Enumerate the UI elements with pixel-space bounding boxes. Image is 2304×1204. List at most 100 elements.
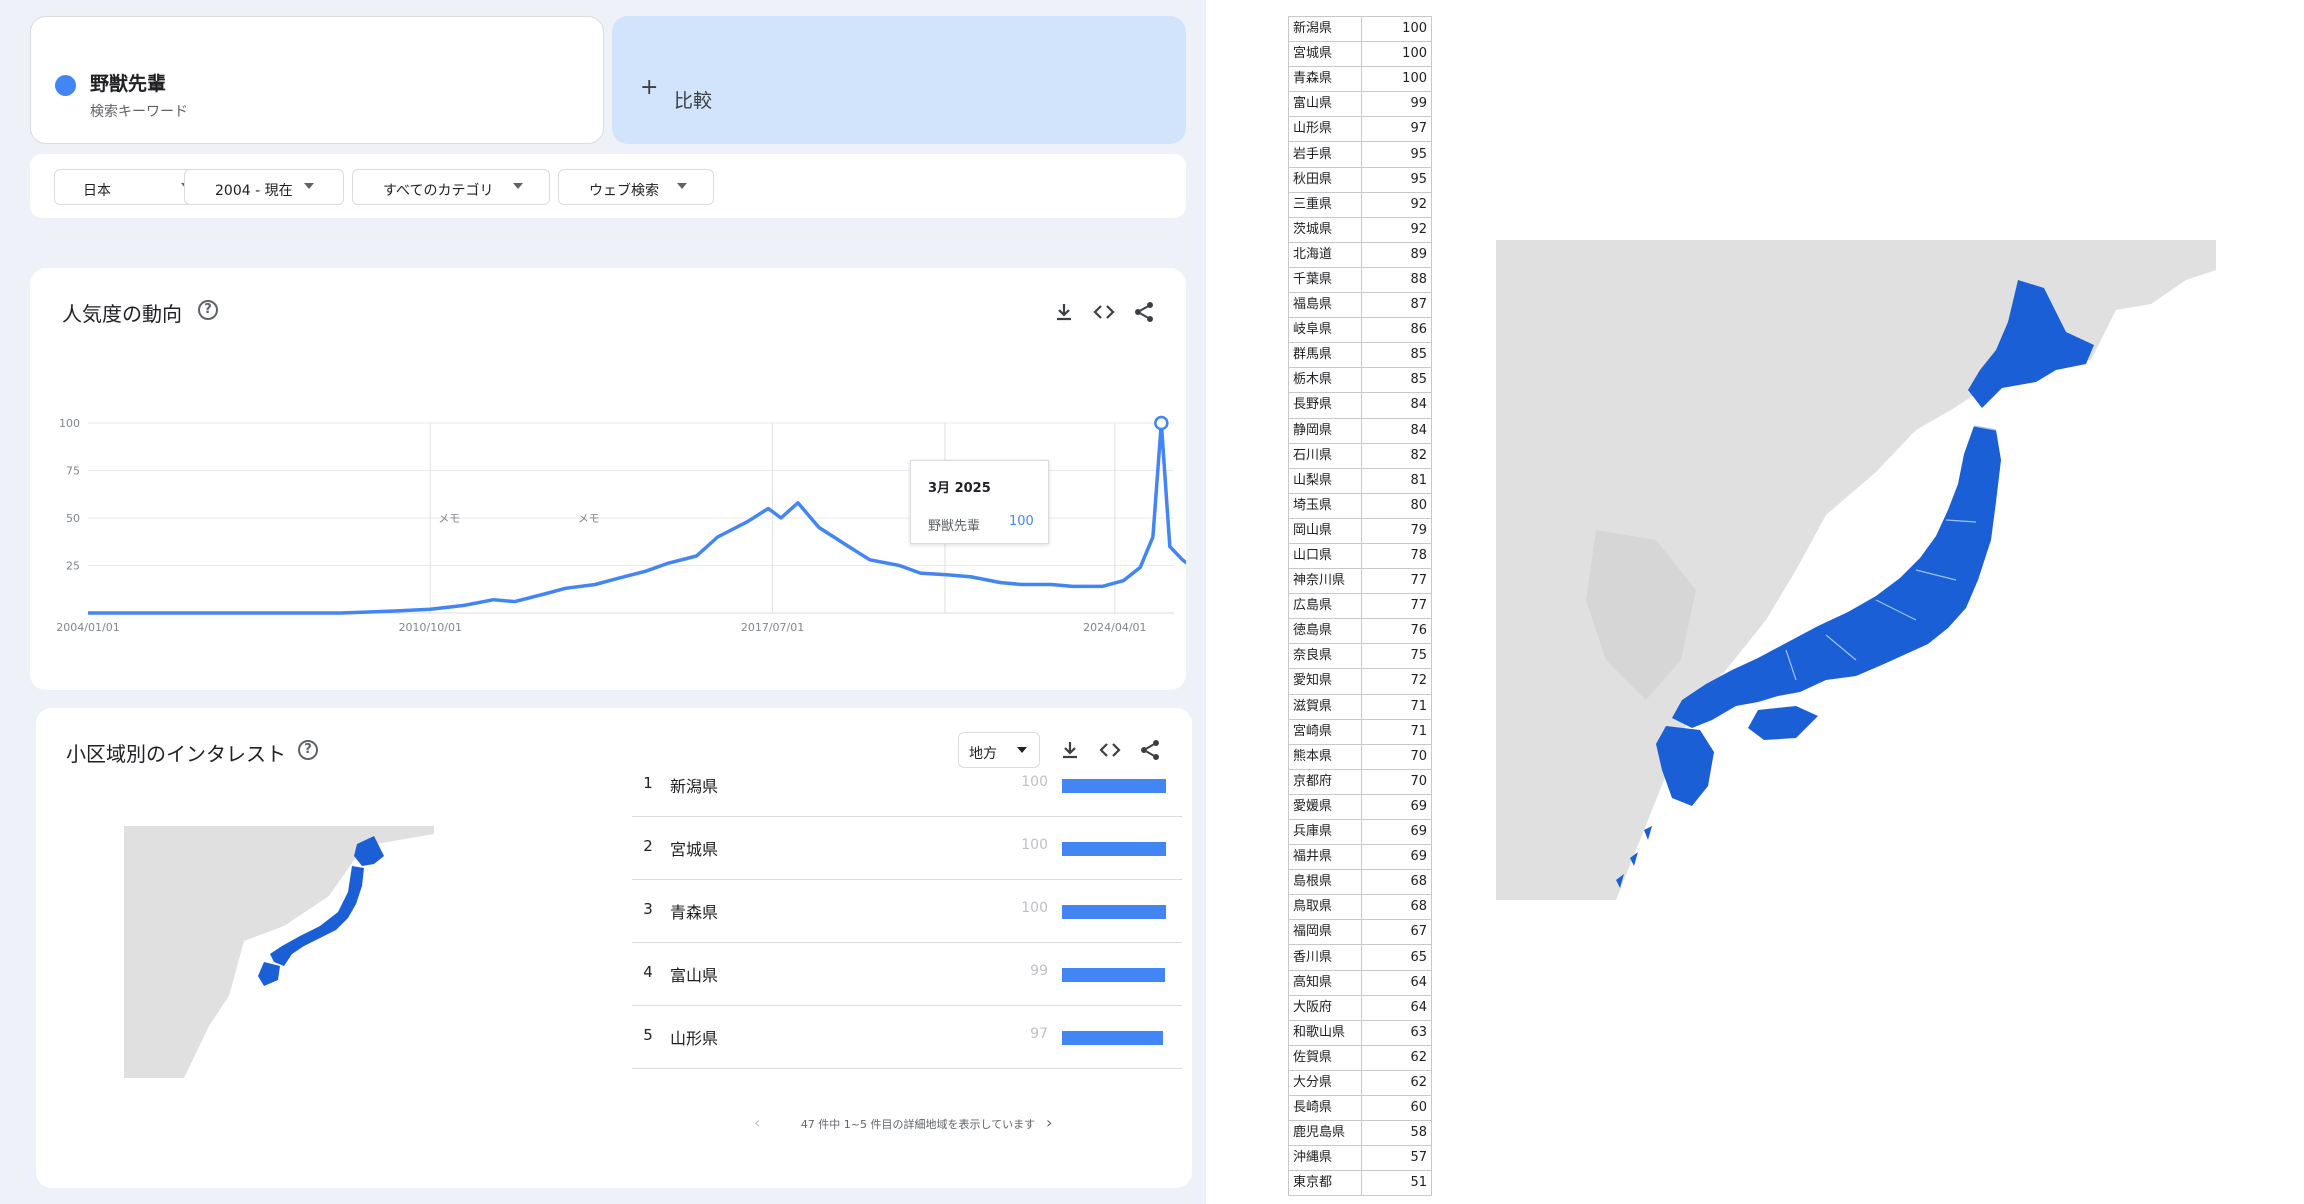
interest-by-region-card: 小区域別のインタレスト ? 地方 1 新潟県 100 2 宮城県 100 3 青… [36, 708, 1192, 1188]
table-prefecture-cell: 福井県 [1288, 844, 1362, 871]
chart-tooltip: 3月 2025 野獣先輩 100 [910, 460, 1049, 544]
region-name: 新潟県 [670, 777, 719, 796]
table-row: 鳥取県 68 [1288, 894, 1432, 921]
region-rank: 3 [643, 900, 653, 918]
search-term-type: 検索キーワード [90, 104, 188, 120]
pager-text: 47 件中 1~5 件目の詳細地域を表示しています [800, 1118, 1036, 1131]
plus-icon: + [640, 75, 659, 100]
region-value-bar [1062, 905, 1166, 919]
category-dropdown[interactable]: すべてのカテゴリ [352, 169, 550, 205]
region-row[interactable]: 2 宮城県 100 [632, 817, 1182, 880]
table-row: 埼玉県 80 [1288, 492, 1432, 519]
table-prefecture-cell: 千葉県 [1288, 266, 1362, 294]
table-value-cell: 71 [1361, 693, 1432, 720]
table-value-cell: 72 [1361, 668, 1432, 695]
table-value-cell: 97 [1361, 116, 1432, 143]
japan-choropleth-map[interactable] [1496, 240, 2216, 900]
region-name: 宮城県 [670, 840, 719, 859]
table-prefecture-cell: 熊本県 [1288, 743, 1362, 770]
japan-mini-map[interactable] [124, 826, 434, 1078]
table-row: 富山県 99 [1288, 91, 1432, 118]
table-value-cell: 95 [1361, 166, 1432, 193]
region-row[interactable]: 5 山形県 97 [632, 1006, 1182, 1069]
table-row: 長崎県 60 [1288, 1095, 1432, 1122]
table-value-cell: 100 [1361, 66, 1432, 93]
region-rank: 4 [643, 963, 653, 981]
y-axis-labels: 100 75 50 25 [59, 417, 80, 573]
table-prefecture-cell: 広島県 [1288, 593, 1362, 620]
prefecture-value-table: 新潟県 100 宮城県 100 青森県 100 富山県 99 山形県 97 岩手県 95 秋田県 95 三重… [1288, 15, 1432, 1197]
search-type-dropdown[interactable]: ウェブ検索 [558, 169, 714, 205]
peak-marker [1154, 415, 1169, 431]
y-tick-label: 50 [66, 512, 80, 525]
table-value-cell: 65 [1361, 944, 1432, 971]
table-row: 高知県 64 [1288, 969, 1432, 996]
table-value-cell: 51 [1361, 1170, 1432, 1197]
table-row: 大分県 62 [1288, 1069, 1432, 1097]
table-row: 熊本県 70 [1288, 743, 1432, 770]
region-row[interactable]: 4 富山県 99 [632, 943, 1182, 1006]
table-prefecture-cell: 山口県 [1288, 542, 1362, 570]
table-row: 長野県 84 [1288, 392, 1432, 419]
table-value-cell: 88 [1361, 266, 1432, 294]
table-value-cell: 99 [1361, 91, 1432, 118]
table-prefecture-cell: 岡山県 [1288, 517, 1362, 544]
table-value-cell: 87 [1361, 292, 1432, 319]
table-prefecture-cell: 愛知県 [1288, 668, 1362, 695]
table-row: 岩手県 95 [1288, 141, 1432, 168]
google-trends-panel: 野獣先輩 検索キーワード + 比較 日本 2004 - 現在 すべてのカテゴリ … [0, 0, 1206, 1204]
table-value-cell: 79 [1361, 517, 1432, 544]
caret-down-icon [1017, 747, 1027, 753]
region-rank: 5 [643, 1026, 653, 1044]
pager-next-icon[interactable]: › [1046, 1113, 1052, 1132]
table-prefecture-cell: 茨城県 [1288, 216, 1362, 243]
compare-button[interactable]: + 比較 [612, 16, 1186, 144]
table-value-cell: 58 [1361, 1120, 1432, 1147]
search-term-card[interactable]: 野獣先輩 検索キーワード [30, 16, 604, 144]
table-row: 東京都 51 [1288, 1170, 1432, 1197]
table-prefecture-cell: 神奈川県 [1288, 568, 1362, 595]
region-value: 100 [1021, 837, 1048, 853]
table-value-cell: 57 [1361, 1145, 1432, 1172]
x-tick-label: 2004/01/01 [56, 621, 119, 634]
region-row[interactable]: 1 新潟県 100 [632, 754, 1182, 817]
region-value-bar [1062, 1031, 1163, 1045]
table-prefecture-cell: 兵庫県 [1288, 818, 1362, 846]
table-value-cell: 67 [1361, 919, 1432, 946]
table-value-cell: 85 [1361, 367, 1432, 394]
tooltip-value: 100 [1009, 514, 1034, 529]
table-prefecture-cell: 福岡県 [1288, 919, 1362, 946]
region-value-bar [1062, 968, 1165, 982]
help-icon[interactable]: ? [298, 740, 318, 760]
table-value-cell: 69 [1361, 844, 1432, 871]
table-prefecture-cell: 滋賀県 [1288, 693, 1362, 720]
x-tick-label: 2010/10/01 [399, 621, 462, 634]
search-type-label: ウェブ検索 [589, 183, 659, 199]
table-value-cell: 78 [1361, 542, 1432, 570]
table-row: 福井県 69 [1288, 844, 1432, 871]
table-prefecture-cell: 山梨県 [1288, 467, 1362, 494]
table-row: 北海道 89 [1288, 241, 1432, 268]
table-row: 石川県 82 [1288, 442, 1432, 469]
table-row: 鹿児島県 58 [1288, 1120, 1432, 1147]
table-prefecture-cell: 秋田県 [1288, 166, 1362, 193]
compare-label: 比較 [674, 90, 713, 112]
table-prefecture-cell: 青森県 [1288, 66, 1362, 93]
table-row: 兵庫県 69 [1288, 818, 1432, 846]
table-row: 宮崎県 71 [1288, 718, 1432, 745]
table-prefecture-cell: 三重県 [1288, 191, 1362, 218]
table-prefecture-cell: 奈良県 [1288, 643, 1362, 670]
table-value-cell: 64 [1361, 994, 1432, 1021]
table-row: 沖縄県 57 [1288, 1145, 1432, 1172]
table-prefecture-cell: 埼玉県 [1288, 492, 1362, 519]
table-prefecture-cell: 沖縄県 [1288, 1145, 1362, 1172]
region-value: 100 [1021, 900, 1048, 916]
table-prefecture-cell: 栃木県 [1288, 367, 1362, 394]
table-prefecture-cell: 長崎県 [1288, 1095, 1362, 1122]
region-row[interactable]: 3 青森県 100 [632, 880, 1182, 943]
table-prefecture-cell: 石川県 [1288, 442, 1362, 469]
table-value-cell: 89 [1361, 241, 1432, 268]
time-range-dropdown[interactable]: 2004 - 現在 [184, 169, 344, 205]
x-tick-label: 2024/04/01 [1083, 621, 1146, 634]
table-prefecture-cell: 山形県 [1288, 116, 1362, 143]
